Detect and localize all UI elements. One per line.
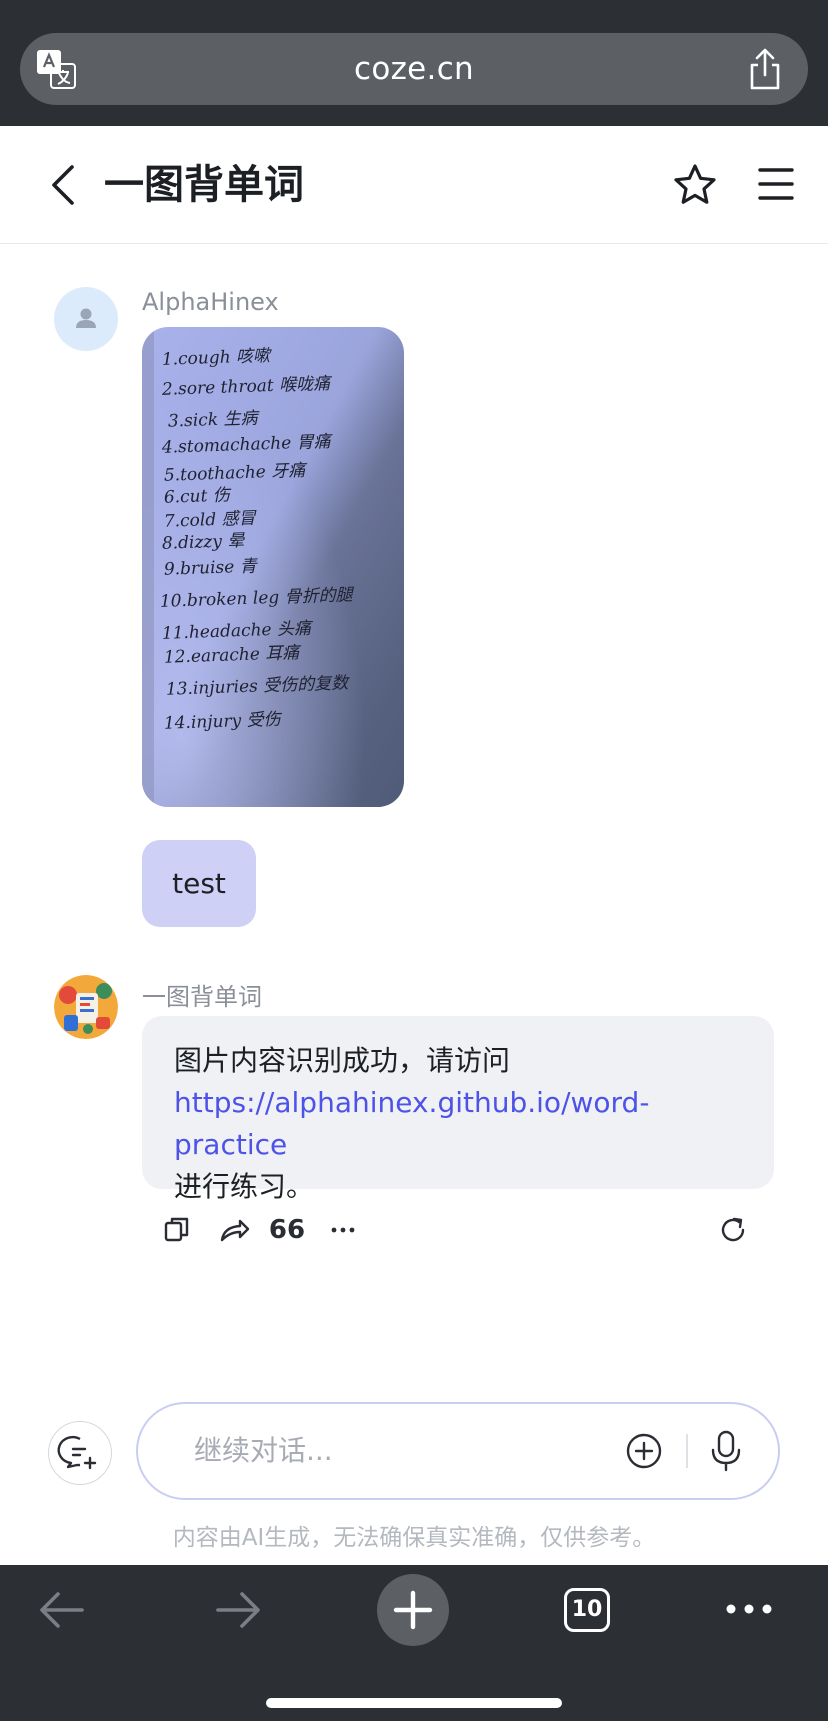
chat-input[interactable]: 继续对话... [136, 1402, 780, 1500]
back-arrow-icon[interactable] [38, 1589, 86, 1631]
uploaded-image[interactable]: 1.cough 咳嗽 2.sore throat 喉咙痛 3.sick 生病 4.st… [142, 327, 404, 807]
bot-message-line3: 进行练习。 [174, 1170, 315, 1203]
page-header: 一图背单词 [0, 126, 828, 244]
user-name: AlphaHinex [142, 288, 279, 316]
user-silhouette-icon [76, 308, 96, 328]
user-message-text: test [172, 867, 226, 900]
url-text: coze.cn [354, 51, 474, 87]
photo-text-line: 3.sick 生病 [168, 408, 261, 431]
chat-input-placeholder: 继续对话... [194, 1434, 333, 1467]
star-icon[interactable] [672, 162, 718, 208]
copy-icon[interactable] [156, 1207, 202, 1253]
bot-message-bubble: 图片内容识别成功，请访问 https://alphahinex.github.i… [142, 1016, 774, 1203]
address-bar[interactable]: coze.cn [20, 33, 808, 105]
translate-icon[interactable] [36, 49, 76, 89]
quote-icon[interactable]: 66 [264, 1207, 310, 1253]
add-attachment-icon[interactable] [625, 1432, 663, 1470]
new-tab-icon [393, 1590, 433, 1630]
page-title: 一图背单词 [104, 162, 304, 208]
home-indicator [266, 1698, 562, 1708]
practice-link[interactable]: https://alphahinex.github.io/word-practi… [174, 1082, 742, 1166]
new-chat-icon [57, 1435, 97, 1470]
microphone-icon[interactable] [706, 1428, 746, 1474]
back-icon[interactable] [44, 162, 84, 208]
browser-toolbar: coze.cn [0, 0, 828, 126]
bot-message-line1: 图片内容识别成功，请访问 [174, 1044, 511, 1077]
bot-name: 一图背单词 [142, 983, 262, 1011]
user-message-bubble: test [142, 840, 256, 927]
message-action-bar: 66 [142, 1207, 774, 1253]
tabs-icon[interactable]: 10 [564, 1588, 610, 1632]
photo-text-line: 1.cough 咳嗽 [162, 346, 274, 370]
photo-text-line: 9.bruise 青 [164, 556, 259, 579]
new-chat-button[interactable] [48, 1421, 112, 1485]
more-menu-icon[interactable] [724, 1597, 774, 1621]
ai-disclaimer: 内容由AI生成，无法确保真实准确，仅供参考。 [172, 1525, 656, 1551]
input-divider [686, 1434, 688, 1468]
regenerate-icon[interactable] [710, 1207, 756, 1253]
new-tab-button[interactable] [377, 1574, 449, 1646]
photo-text-line: 7.cold 感冒 [164, 509, 258, 532]
photo-text-line: 6.cut 伤 [164, 485, 233, 507]
share-message-icon[interactable] [212, 1207, 258, 1253]
more-icon[interactable] [320, 1207, 366, 1253]
share-icon[interactable] [746, 47, 784, 91]
bot-avatar [54, 975, 118, 1039]
photo-text-line: 8.dizzy 晕 [162, 531, 246, 554]
photo-text-line: 14.injury 受伤 [164, 710, 283, 734]
user-avatar [54, 287, 118, 351]
forward-arrow-icon[interactable] [214, 1589, 262, 1631]
menu-icon[interactable] [756, 164, 796, 204]
